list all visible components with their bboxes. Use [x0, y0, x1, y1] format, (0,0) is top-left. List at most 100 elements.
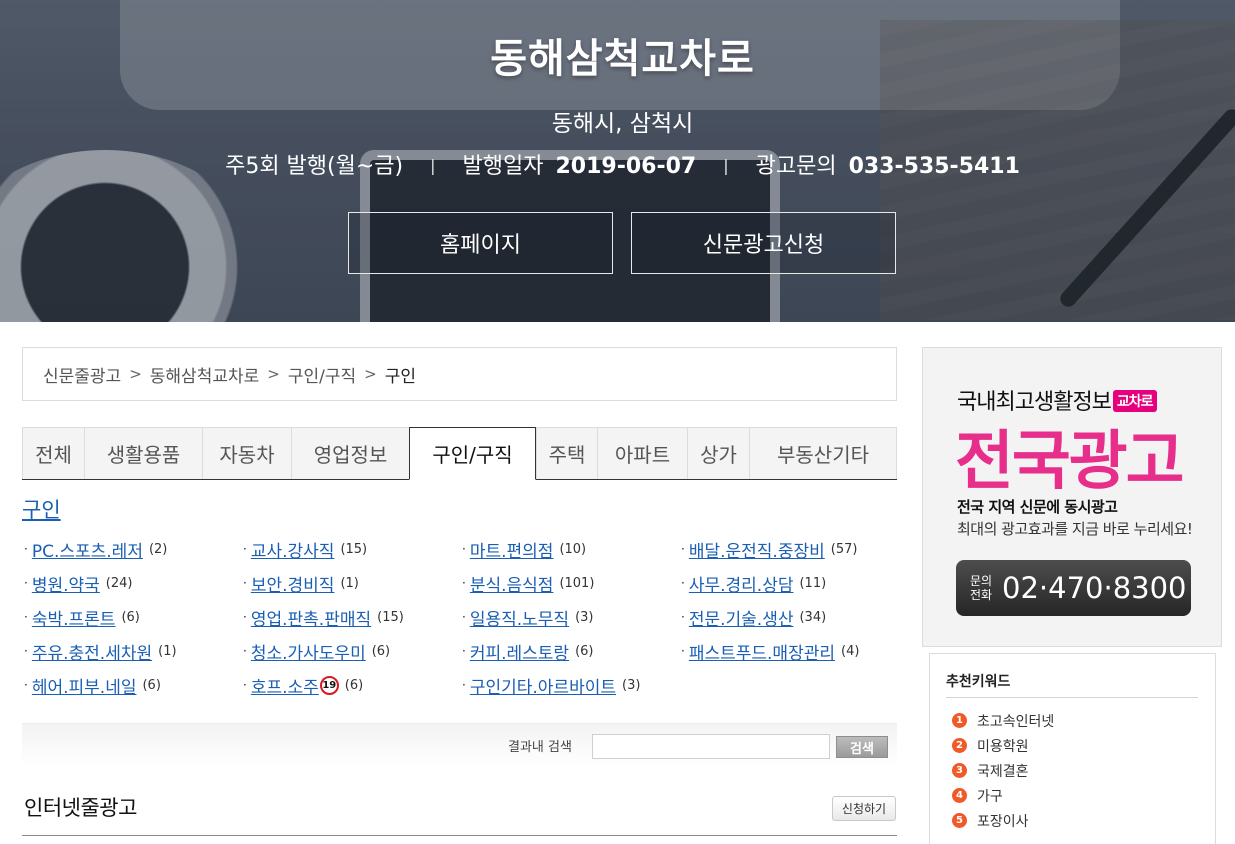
subcategory-count: (15) [377, 609, 404, 625]
bullet: · [681, 576, 685, 590]
info-separator: | [430, 156, 436, 175]
hero-banner: 동해삼척교차로 동해시, 삼척시 주5회 발행(월~금) | 발행일자 2019-… [0, 0, 1235, 322]
tab-realestate-etc[interactable]: 부동산기타 [749, 427, 897, 479]
breadcrumb-separator: > [364, 365, 377, 383]
subcategory-item: · 마트.편의점 (10) [462, 532, 681, 566]
bullet: · [681, 610, 685, 624]
subcategory-link[interactable]: 마트.편의점 [470, 537, 554, 562]
subcategory-count: (11) [799, 575, 827, 591]
subcategory-count: (1) [158, 643, 177, 659]
bullet: · [681, 644, 685, 658]
subcategory-item: · 전문.기술.생산 (34) [681, 600, 899, 634]
bullet: · [243, 644, 247, 658]
keyword-item[interactable]: 2 미용학원 [952, 733, 1054, 758]
bullet: · [24, 610, 28, 624]
subcategory-item: · 주유.충전.세차원 (1) [24, 634, 243, 668]
breadcrumb-item[interactable]: 동해삼척교차로 [150, 362, 259, 387]
tab-all[interactable]: 전체 [22, 427, 84, 479]
breadcrumb-item[interactable]: 신문줄광고 [43, 362, 121, 387]
tab-house[interactable]: 주택 [536, 427, 597, 479]
subcategory-link[interactable]: 커피.레스토랑 [470, 639, 569, 664]
keyword-label: 가구 [977, 788, 1003, 805]
subcategory-item: · 호프.소주 19 (6) [243, 668, 462, 702]
keyword-item[interactable]: 4 가구 [952, 783, 1054, 808]
newspaper-ad-apply-button[interactable]: 신문광고신청 [631, 212, 896, 274]
subcategory-count: (57) [830, 541, 858, 557]
tab-household[interactable]: 생활용품 [84, 427, 202, 479]
subcategory-count: (34) [799, 609, 827, 625]
subcategory-count: (3) [622, 677, 641, 693]
newspaper-region: 동해시, 삼척시 [551, 111, 694, 137]
tab-jobs[interactable]: 구인/구직 [409, 427, 536, 480]
bullet: · [462, 678, 466, 692]
subcategory-link[interactable]: 병원.약국 [32, 571, 100, 596]
subcategory-link[interactable]: PC.스포츠.레저 [32, 537, 143, 562]
keyword-item[interactable]: 3 국제결혼 [952, 758, 1054, 783]
bullet: · [24, 576, 28, 590]
result-search-bar: 결과내 검색 검색 [22, 723, 897, 767]
keywords-list: 1 초고속인터넷 2 미용학원 3 국제결혼 4 가구 5 포장이사 [952, 708, 1054, 833]
subcategory-item: · 분식.음식점 (101) [462, 566, 681, 600]
section-divider [22, 835, 897, 836]
keyword-item[interactable]: 5 포장이사 [952, 808, 1054, 833]
subcategory-count: (10) [559, 541, 587, 557]
keyword-item[interactable]: 1 초고속인터넷 [952, 708, 1054, 733]
newspaper-title: 동해삼척교차로 [490, 36, 755, 82]
subcategory-count: (6) [142, 677, 161, 693]
banner-subtext-1: 전국 지역 신문에 동시광고 [957, 498, 1118, 516]
banner-phone-box: 문의 전화 02·470·8300 [956, 560, 1191, 616]
subcategory-item: · 헤어.피부.네일 (6) [24, 668, 243, 702]
breadcrumb-separator: > [267, 365, 280, 383]
breadcrumb-current: 구인 [384, 366, 416, 387]
recommended-keywords-box: 추천키워드 1 초고속인터넷 2 미용학원 3 국제결혼 4 가구 5 포장이사 [929, 653, 1216, 844]
subcategory-link[interactable]: 숙박.프론트 [32, 605, 116, 630]
category-tabs: 전체 생활용품 자동차 영업정보 구인/구직 주택 아파트 상가 부동산기타 [22, 427, 897, 480]
banner-phone-number: 02·470·8300 [1002, 571, 1187, 605]
rank-4-icon: 4 [952, 788, 967, 803]
tab-apartment[interactable]: 아파트 [597, 427, 687, 479]
rank-5-icon: 5 [952, 813, 967, 828]
category-title[interactable]: 구인 [22, 494, 61, 524]
nationwide-ad-banner[interactable]: 국내최고생활정보 교차로 전국광고 전국 지역 신문에 동시광고 최대의 광고효과… [922, 347, 1222, 647]
bullet: · [24, 542, 28, 556]
internet-ads-apply-button[interactable]: 신청하기 [832, 796, 896, 821]
tab-business[interactable]: 영업정보 [291, 427, 409, 479]
subcategory-item: · 숙박.프론트 (6) [24, 600, 243, 634]
subcategory-item: · 사무.경리.상담 (11) [681, 566, 899, 600]
bullet: · [243, 576, 247, 590]
subcategory-link[interactable]: 배달.운전직.중장비 [689, 537, 825, 562]
subcategory-count: (6) [344, 677, 364, 693]
kyocharo-logo-tag: 교차로 [1112, 390, 1157, 412]
subcategory-item: · 영업.판촉.판매직 (15) [243, 600, 462, 634]
subcategory-link[interactable]: 사무.경리.상담 [689, 571, 794, 596]
subcategory-item: · 교사.강사직 (15) [243, 532, 462, 566]
breadcrumb: 신문줄광고 > 동해삼척교차로 > 구인/구직 > 구인 [22, 347, 897, 401]
subcategory-link[interactable]: 전문.기술.생산 [689, 605, 794, 630]
banner-main-text: 전국광고 [955, 425, 1185, 499]
bullet: · [681, 542, 685, 556]
subcategory-item: · PC.스포츠.레저 (2) [24, 532, 243, 566]
bullet: · [462, 610, 466, 624]
subcategory-link[interactable]: 패스트푸드.매장관리 [689, 639, 835, 664]
tab-car[interactable]: 자동차 [202, 427, 291, 479]
subcategory-link[interactable]: 영업.판촉.판매직 [251, 605, 371, 630]
tab-store[interactable]: 상가 [687, 427, 749, 479]
subcategory-link[interactable]: 헤어.피부.네일 [32, 673, 137, 698]
subcategory-link[interactable]: 일용직.노무직 [470, 605, 569, 630]
subcategory-grid: · PC.스포츠.레저 (2) · 교사.강사직 (15) · 마트.편의점 (10) · 배… [24, 532, 899, 702]
subcategory-item: · 일용직.노무직 (3) [462, 600, 681, 634]
homepage-button[interactable]: 홈페이지 [348, 212, 613, 274]
subcategory-link[interactable]: 청소.가사도우미 [251, 639, 366, 664]
subcategory-link[interactable]: 분식.음식점 [470, 571, 554, 596]
subcategory-count: (6) [371, 643, 391, 659]
rank-2-icon: 2 [952, 738, 967, 753]
subcategory-link[interactable]: 보안.경비직 [251, 571, 335, 596]
search-button[interactable]: 검색 [836, 736, 888, 758]
subcategory-link[interactable]: 호프.소주 [251, 673, 319, 698]
breadcrumb-item[interactable]: 구인/구직 [288, 362, 356, 387]
subcategory-link[interactable]: 구인기타.아르바이트 [470, 673, 616, 698]
subcategory-link[interactable]: 교사.강사직 [251, 537, 335, 562]
subcategory-link[interactable]: 주유.충전.세차원 [32, 639, 152, 664]
info-separator: | [723, 156, 729, 175]
search-input[interactable] [592, 734, 830, 759]
